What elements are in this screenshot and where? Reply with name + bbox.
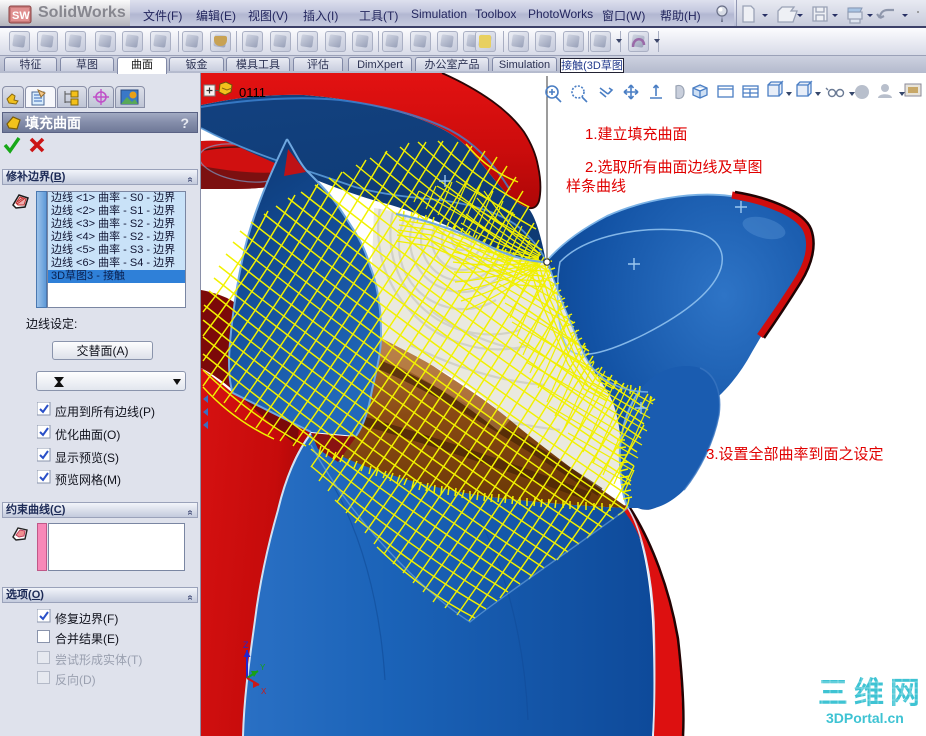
svg-text:X: X (261, 687, 267, 696)
svg-text:0111: 0111 (239, 85, 266, 100)
svg-text:样条曲线: 样条曲线 (566, 178, 626, 195)
svg-text:3.设置全部曲率到面之设定: 3.设置全部曲率到面之设定 (706, 445, 884, 463)
svg-text:Y: Y (260, 663, 266, 672)
svg-text:1.建立填充曲面: 1.建立填充曲面 (585, 126, 688, 143)
svg-text:2.选取所有曲面边线及草图: 2.选取所有曲面边线及草图 (585, 159, 763, 176)
svg-text:Z: Z (243, 640, 249, 650)
svg-text:3DPortal.cn: 3DPortal.cn (826, 710, 904, 726)
svg-text:SW: SW (12, 10, 30, 22)
